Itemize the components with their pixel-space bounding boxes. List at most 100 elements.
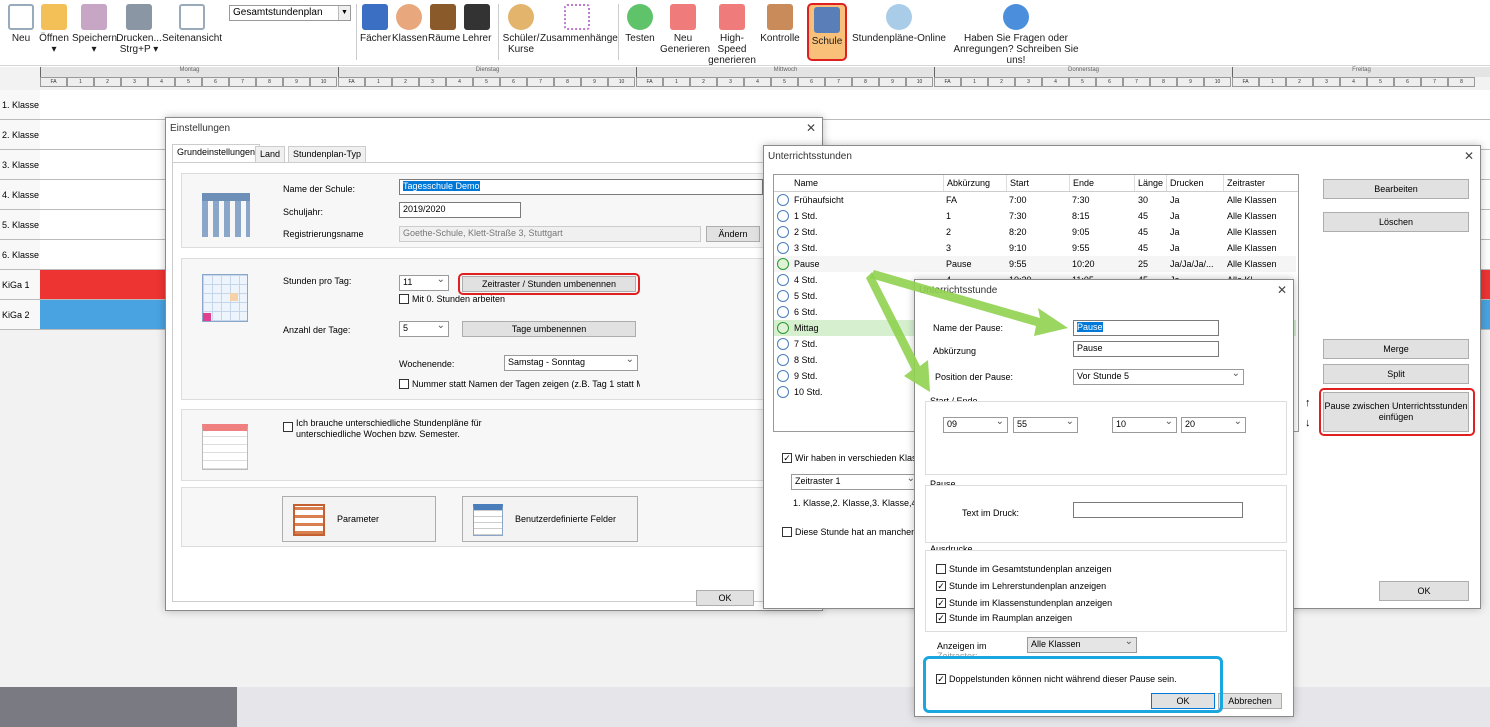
generate-button[interactable]: Neu Generieren bbox=[660, 4, 710, 55]
school-button[interactable]: Schule bbox=[807, 3, 847, 61]
classes-button[interactable]: Klassen bbox=[392, 4, 428, 44]
print-room-checkbox[interactable]: ✓ bbox=[936, 613, 946, 623]
row-label[interactable]: 5. Klasse bbox=[0, 210, 40, 240]
custom-fields-button[interactable]: Benutzerdefinierte Felder bbox=[462, 496, 638, 542]
row-label[interactable]: 3. Klasse bbox=[0, 150, 40, 180]
column-header[interactable]: Ende bbox=[1070, 175, 1135, 191]
pause-position-select[interactable]: Vor Stunde 5 bbox=[1073, 368, 1244, 385]
print-class-checkbox[interactable]: ✓ bbox=[936, 598, 946, 608]
teachers-button[interactable]: Lehrer bbox=[462, 4, 492, 44]
pause-cancel-button[interactable]: Abbrechen bbox=[1218, 693, 1282, 709]
some-days-label: Diese Stunde hat an manchen T bbox=[795, 527, 924, 537]
table-row[interactable]: Pause Pause 9:55 10:20 25 Ja/Ja/Ja/... Alle Kl… bbox=[774, 256, 1296, 272]
close-icon[interactable]: ✕ bbox=[806, 121, 816, 135]
period-header: 8 bbox=[256, 77, 283, 87]
parameter-button[interactable]: Parameter bbox=[282, 496, 436, 542]
row-label[interactable]: KiGa 2 bbox=[0, 300, 40, 330]
start-hour-value: 09 bbox=[947, 419, 958, 429]
feedback-button[interactable]: Haben Sie Fragen oder Anregungen? Schreib… bbox=[946, 4, 1086, 66]
table-row[interactable]: 3 Std. 3 9:10 9:55 45 Ja Alle Klassen bbox=[774, 240, 1296, 256]
different-grids-label: Wir haben in verschieden Klasse bbox=[795, 453, 927, 463]
lessons-ok-button[interactable]: OK bbox=[1379, 581, 1469, 601]
school-building-icon bbox=[202, 193, 250, 237]
clock-icon bbox=[777, 354, 789, 366]
settings-ok-button[interactable]: OK bbox=[696, 590, 754, 606]
row-label[interactable]: 2. Klasse bbox=[0, 120, 40, 150]
column-header[interactable]: Drucken bbox=[1167, 175, 1224, 191]
zero-hour-checkbox[interactable] bbox=[399, 294, 409, 304]
row-label[interactable]: 6. Klasse bbox=[0, 240, 40, 270]
days-count-select[interactable]: 5 bbox=[399, 320, 449, 337]
rename-days-button[interactable]: Tage umbenennen bbox=[462, 321, 636, 337]
relations-button[interactable]: Zusammenhänge bbox=[540, 4, 618, 44]
weekend-select[interactable]: Samstag - Sonntag bbox=[504, 354, 638, 371]
column-header[interactable]: Start bbox=[1007, 175, 1070, 191]
end-hour-select[interactable]: 10 bbox=[1112, 416, 1177, 433]
start-minute-select[interactable]: 55 bbox=[1013, 416, 1078, 433]
rooms-button[interactable]: Räume bbox=[428, 4, 460, 44]
start-hour-select[interactable]: 09 bbox=[943, 416, 1008, 433]
control-button[interactable]: Kontrolle bbox=[760, 4, 800, 44]
school-name-input[interactable]: Tagesschule Demo bbox=[399, 179, 763, 195]
split-button[interactable]: Split bbox=[1323, 364, 1469, 384]
edit-button[interactable]: Bearbeiten bbox=[1323, 179, 1469, 199]
online-plans-button[interactable]: Stundenpläne-Online bbox=[852, 4, 946, 44]
number-days-checkbox[interactable] bbox=[399, 379, 409, 389]
view-select[interactable]: Gesamtstundenplan ▼ bbox=[229, 5, 351, 21]
column-header[interactable]: Länge bbox=[1135, 175, 1167, 191]
abbreviation-input[interactable]: Pause bbox=[1073, 341, 1219, 357]
print-text-input[interactable] bbox=[1073, 502, 1243, 518]
delete-button[interactable]: Löschen bbox=[1323, 212, 1469, 232]
row-label[interactable]: 4. Klasse bbox=[0, 180, 40, 210]
form-edit-icon bbox=[473, 504, 503, 536]
close-icon[interactable]: ✕ bbox=[1277, 283, 1287, 297]
table-row[interactable]: 2 Std. 2 8:20 9:05 45 Ja Alle Klassen bbox=[774, 224, 1296, 240]
period-header: 10 bbox=[906, 77, 933, 87]
tab-basic-settings[interactable]: Grundeinstellungen bbox=[172, 144, 261, 163]
move-up-icon[interactable]: ↑ bbox=[1305, 397, 1311, 409]
different-grids-checkbox[interactable]: ✓ bbox=[782, 453, 792, 463]
close-icon[interactable]: ✕ bbox=[1464, 149, 1474, 163]
show-in-select[interactable]: Alle Klassen bbox=[1027, 636, 1137, 653]
day-header: Mittwoch bbox=[636, 67, 934, 77]
table-row[interactable]: Frühaufsicht FA 7:00 7:30 30 Ja Alle Klassen bbox=[774, 192, 1296, 208]
open-button[interactable]: Öffnen ▾ bbox=[36, 4, 72, 55]
highspeed-generate-button[interactable]: High-Speed generieren bbox=[706, 4, 758, 66]
tab-plan-type[interactable]: Stundenplan-Typ bbox=[288, 146, 367, 162]
clock-icon bbox=[777, 370, 789, 382]
cell-start: 7:00 bbox=[1009, 195, 1027, 205]
students-button[interactable]: Schüler/Kurse bbox=[502, 4, 540, 55]
tab-country[interactable]: Land bbox=[255, 146, 286, 162]
print-overall-checkbox[interactable] bbox=[936, 564, 946, 574]
cell-print: Ja/Ja/Ja/... bbox=[1170, 259, 1214, 269]
period-header: 2 bbox=[988, 77, 1015, 87]
save-button[interactable]: Speichern ▾ bbox=[72, 4, 117, 55]
merge-button[interactable]: Merge bbox=[1323, 339, 1469, 359]
school-name-label: Name der Schule: bbox=[283, 184, 356, 194]
grid-select[interactable]: Zeitraster 1 bbox=[791, 473, 919, 490]
preview-button[interactable]: Seitenansicht bbox=[162, 4, 222, 44]
new-button[interactable]: Neu bbox=[6, 4, 36, 44]
clock-icon bbox=[777, 386, 789, 398]
end-minute-select[interactable]: 20 bbox=[1181, 416, 1246, 433]
print-button[interactable]: Drucken... Strg+P ▾ bbox=[116, 4, 162, 55]
row-label[interactable]: 1. Klasse bbox=[0, 90, 40, 120]
column-header[interactable]: Abkürzung bbox=[944, 175, 1007, 191]
some-days-checkbox[interactable] bbox=[782, 527, 792, 537]
row-label[interactable]: KiGa 1 bbox=[0, 270, 40, 300]
move-down-icon[interactable]: ↓ bbox=[1305, 417, 1311, 429]
change-registration-button[interactable]: Ändern bbox=[706, 226, 760, 242]
hours-per-day-select[interactable]: 11 bbox=[399, 274, 449, 291]
pause-name-input[interactable]: Pause bbox=[1073, 320, 1219, 336]
network-icon bbox=[564, 4, 590, 30]
subjects-button[interactable]: Fächer bbox=[360, 4, 391, 44]
cell-name: 10 Std. bbox=[794, 387, 823, 397]
column-header[interactable]: Zeitraster bbox=[1224, 175, 1298, 191]
column-header[interactable]: Name bbox=[791, 175, 944, 191]
print-teacher-checkbox[interactable]: ✓ bbox=[936, 581, 946, 591]
period-header: 6 bbox=[500, 77, 527, 87]
test-button[interactable]: Testen bbox=[622, 4, 658, 44]
table-row[interactable]: 1 Std. 1 7:30 8:15 45 Ja Alle Klassen bbox=[774, 208, 1296, 224]
different-plans-checkbox[interactable] bbox=[283, 422, 293, 432]
school-year-input[interactable]: 2019/2020 bbox=[399, 202, 521, 218]
